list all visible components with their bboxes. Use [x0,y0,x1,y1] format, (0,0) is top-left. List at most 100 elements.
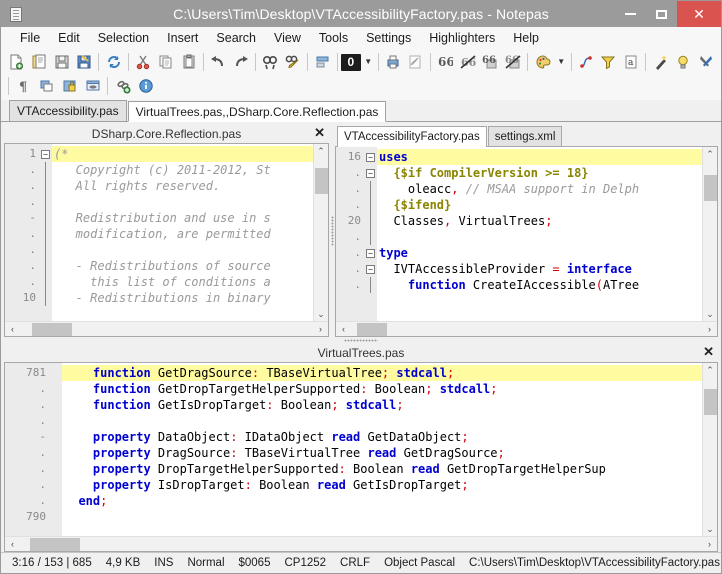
menu-settings[interactable]: Settings [357,29,420,47]
lock-icon[interactable] [58,75,81,97]
code-line[interactable]: function GetDragSource: TBaseVirtualTree… [62,365,702,381]
char-map-icon[interactable]: a [620,51,643,73]
undo-icon[interactable] [207,51,230,73]
right-vscroll-thumb[interactable] [703,175,717,201]
replace-icon[interactable] [282,51,305,73]
menu-tools[interactable]: Tools [310,29,357,47]
save-icon[interactable] [50,51,73,73]
menu-edit[interactable]: Edit [49,29,89,47]
code-line[interactable]: uses [377,149,702,165]
fold-toggle-icon[interactable]: − [366,168,375,178]
horizontal-splitter-grip[interactable] [344,339,378,342]
shape-icon[interactable] [575,51,598,73]
quote-icon[interactable]: 66 [434,51,457,73]
paste-icon[interactable] [177,51,200,73]
code-line[interactable]: property DataObject: IDataObject read Ge… [62,429,702,445]
left-code-area[interactable]: (* Copyright (c) 2011-2012, St All right… [52,144,313,321]
bottom-hscroll-thumb[interactable] [30,537,80,551]
hint-icon[interactable] [672,51,695,73]
fold-marker[interactable]: − [364,165,377,181]
code-line[interactable]: oleacc, // MSAA support in Delph [377,181,702,197]
left-hscroll-right-icon[interactable]: › [313,324,328,334]
fold-toggle-icon[interactable]: − [366,248,375,258]
code-line[interactable] [52,242,313,258]
file-tab-group-virtualtrees[interactable]: VirtualTrees.pas,,DSharp.Core.Reflection… [127,101,387,122]
code-line[interactable]: end; [62,493,702,509]
code-line[interactable]: property DropTargetHelperSupported: Bool… [62,461,702,477]
menu-selection[interactable]: Selection [89,29,158,47]
code-line[interactable]: this list of conditions a [52,274,313,290]
left-hscroll-track[interactable] [20,322,313,337]
filter-icon[interactable] [597,51,620,73]
fold-toggle-icon[interactable]: − [366,264,375,274]
uncomment-icon[interactable]: 66 [502,51,525,73]
code-line[interactable]: function GetIsDropTarget: Boolean; stdca… [62,397,702,413]
info-icon[interactable] [134,75,157,97]
tab-vtaccessibilityfactory[interactable]: VTAccessibilityFactory.pas [337,126,487,147]
close-button[interactable]: ✕ [677,1,721,27]
code-line[interactable] [62,413,702,429]
right-code-area[interactable]: uses {$if CompilerVersion >= 18} oleacc,… [377,147,702,321]
left-pane-close-icon[interactable]: ✕ [314,126,325,140]
code-line[interactable]: IVTAccessibleProvider = interface [377,261,702,277]
menu-help[interactable]: Help [504,29,548,47]
right-hscroll-track[interactable] [351,322,702,337]
vertical-splitter-grip[interactable] [330,216,334,246]
horizontal-splitter[interactable] [4,337,718,344]
code-line[interactable]: - Redistributions of source [52,258,313,274]
copy-icon[interactable] [155,51,178,73]
right-vscroll-up-icon[interactable]: ⌃ [703,147,718,161]
fold-marker[interactable]: − [364,261,377,277]
fold-toggle-icon[interactable]: − [366,152,375,162]
fold-marker[interactable]: − [39,146,52,162]
bottom-vscroll-down-icon[interactable]: ⌄ [703,522,718,536]
right-vscroll-down-icon[interactable]: ⌄ [703,307,718,321]
menu-highlighters[interactable]: Highlighters [420,29,504,47]
pilcrow-icon[interactable]: ¶ [12,75,35,97]
right-hscroll-right-icon[interactable]: › [702,324,717,334]
save-as-icon[interactable] [73,51,96,73]
code-line[interactable]: function GetDropTargetHelperSupported: B… [62,381,702,397]
bottom-fold-column[interactable] [49,363,62,536]
fold-marker[interactable]: − [364,245,377,261]
left-vscrollbar[interactable]: ⌃ ⌄ [313,144,328,321]
menu-view[interactable]: View [265,29,310,47]
code-line[interactable] [377,229,702,245]
find-icon[interactable] [259,51,282,73]
code-line[interactable] [62,509,702,525]
windows-icon[interactable] [35,75,58,97]
left-vscroll-down-icon[interactable]: ⌄ [314,307,329,321]
align-icon[interactable] [311,51,334,73]
code-line[interactable]: Copyright (c) 2011-2012, St [52,162,313,178]
maximize-button[interactable] [646,1,677,27]
code-line[interactable]: property IsDropTarget: Boolean read GetI… [62,477,702,493]
bottom-hscroll-right-icon[interactable]: › [702,539,717,549]
file-tab-vtaccessibility[interactable]: VTAccessibility.pas [9,100,127,121]
bottom-code-area[interactable]: function GetDragSource: TBaseVirtualTree… [62,363,702,536]
left-vscroll-thumb[interactable] [314,168,328,194]
redo-icon[interactable] [229,51,252,73]
cut-icon[interactable] [132,51,155,73]
monitor-icon[interactable] [81,75,104,97]
add-link-icon[interactable] [111,75,134,97]
bottom-vscroll-up-icon[interactable]: ⌃ [703,363,718,377]
reload-icon[interactable] [102,51,125,73]
minimize-button[interactable] [615,1,646,27]
left-vscroll-up-icon[interactable]: ⌃ [314,144,329,158]
fold-marker[interactable]: − [364,149,377,165]
code-line[interactable]: {$ifend} [377,197,702,213]
left-hscroll-thumb[interactable] [32,322,72,336]
left-vscroll-track[interactable] [314,158,329,307]
code-line[interactable]: type [377,245,702,261]
code-line[interactable]: modification, are permitted [52,226,313,242]
status-select-mode[interactable]: Normal [180,557,231,569]
code-line[interactable]: Redistribution and use in s [52,210,313,226]
code-line[interactable]: Classes, VirtualTrees; [377,213,702,229]
unquote-icon[interactable]: 66 [456,51,479,73]
bookmark-counter[interactable]: 0 [340,51,361,73]
palette-dropdown-icon[interactable]: ▼ [554,51,568,73]
new-file-icon[interactable] [5,51,28,73]
bottom-vscroll-track[interactable] [703,377,718,522]
status-encoding[interactable]: CP1252 [277,557,333,569]
comment-icon[interactable]: 66 [479,51,502,73]
